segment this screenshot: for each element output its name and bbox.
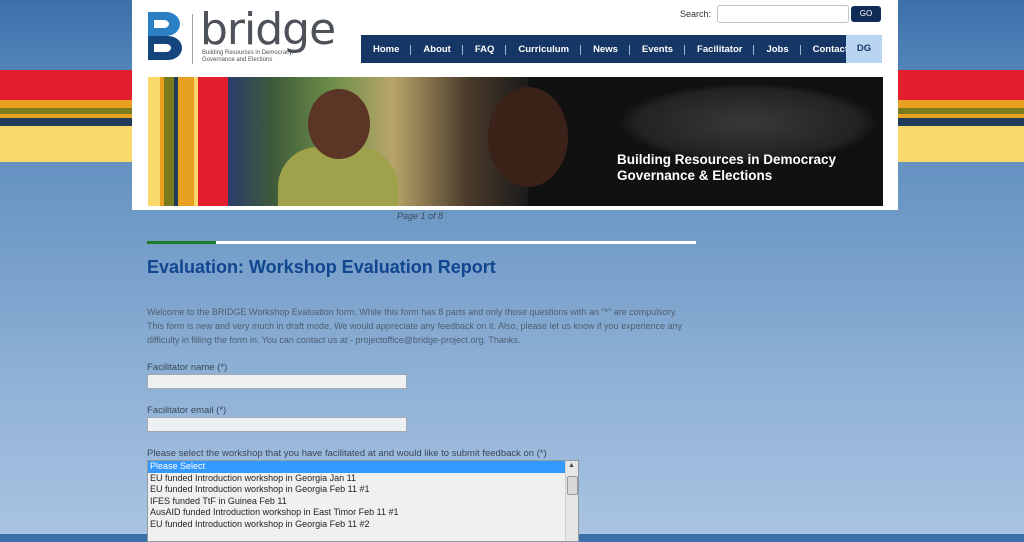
decorative-stripes-right: [898, 70, 1024, 162]
header: bridge Building Resources in Democracy, …: [132, 0, 898, 210]
search-go-button[interactable]: GO: [851, 6, 881, 22]
banner-photo-face: [308, 89, 370, 159]
workshop-option[interactable]: EU funded Introduction workshop in Georg…: [148, 519, 578, 531]
form-progress-bar: [147, 241, 696, 244]
nav-curriculum[interactable]: Curriculum: [506, 44, 581, 55]
banner-photo-face: [488, 87, 568, 187]
scroll-up-arrow-icon[interactable]: ▲: [568, 462, 575, 469]
nav-facilitator[interactable]: Facilitator: [685, 44, 755, 55]
logo-tagline: Building Resources in Democracy, Governa…: [202, 50, 294, 63]
nav-events[interactable]: Events: [630, 44, 686, 55]
logo-divider: [192, 14, 193, 64]
nav-home[interactable]: Home: [361, 44, 412, 55]
workshop-option[interactable]: EU funded Introduction workshop in Georg…: [148, 473, 578, 485]
facilitator-name-input[interactable]: [147, 374, 407, 389]
intro-text: Welcome to the BRIDGE Workshop Evaluatio…: [147, 307, 683, 345]
nav-dg[interactable]: DG: [846, 35, 882, 63]
page-title: Evaluation: Workshop Evaluation Report: [147, 257, 496, 277]
decorative-stripes-left: [0, 70, 132, 162]
search-input[interactable]: [717, 5, 849, 23]
page-indicator: Page 1 of 8: [397, 211, 444, 221]
nav-about[interactable]: About: [411, 44, 464, 55]
bridge-logo-icon: [148, 12, 182, 60]
nav-jobs[interactable]: Jobs: [754, 44, 801, 55]
hero-banner: Building Resources in Democracy Governan…: [148, 77, 883, 206]
workshop-option[interactable]: IFES funded TtF in Guinea Feb 11: [148, 496, 578, 508]
bridge-logo[interactable]: bridge Building Resources in Democracy, …: [146, 4, 336, 66]
workshop-option[interactable]: Please Select: [148, 461, 578, 473]
scrollbar-thumb[interactable]: [567, 476, 578, 495]
world-map-graphic: [618, 83, 878, 163]
workshop-option[interactable]: EU funded Introduction workshop in Georg…: [148, 484, 578, 496]
listbox-scrollbar[interactable]: ▲: [565, 461, 578, 541]
facilitator-email-input[interactable]: [147, 417, 407, 432]
logo-wordmark: bridge: [200, 4, 336, 55]
form-progress-fill: [147, 241, 216, 244]
banner-caption-line1: Building Resources in Democracy: [617, 152, 837, 167]
facilitator-name-label: Facilitator name (*): [147, 362, 228, 373]
search-label: Search:: [680, 9, 712, 19]
main-nav: Home About FAQ Curriculum News Events Fa…: [361, 35, 848, 63]
banner-caption-line2: Governance & Elections: [617, 168, 773, 183]
workshop-listbox[interactable]: Please Select EU funded Introduction wor…: [147, 460, 579, 542]
nav-news[interactable]: News: [581, 44, 630, 55]
workshop-select-label: Please select the workshop that you have…: [147, 448, 547, 459]
facilitator-email-label: Facilitator email (*): [147, 405, 227, 416]
workshop-option[interactable]: AusAID funded Introduction workshop in E…: [148, 507, 578, 519]
banner-caption: Building Resources in Democracy Governan…: [617, 152, 836, 184]
nav-faq[interactable]: FAQ: [463, 44, 507, 55]
banner-color-bars: [148, 77, 228, 206]
